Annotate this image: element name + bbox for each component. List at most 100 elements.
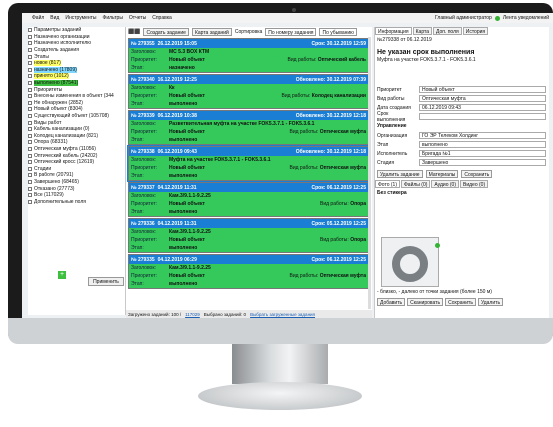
filter-checkbox[interactable]	[28, 41, 32, 46]
tab-video[interactable]: Видео (0)	[460, 180, 489, 188]
filter-checkbox[interactable]	[28, 94, 32, 99]
filter-checkbox[interactable]	[28, 48, 32, 53]
tab-history[interactable]: История	[462, 27, 489, 35]
menu-tools[interactable]: Инструменты	[65, 15, 96, 21]
priority-select[interactable]: Новый объект	[419, 86, 546, 93]
save-task-button[interactable]: Сохранить	[461, 169, 493, 178]
task-card[interactable]: № 279339 06.12.2019 10:38 Обновлено: 30.12…	[128, 110, 370, 145]
filter-checkbox[interactable]	[28, 160, 32, 165]
task-card[interactable]: № 279335 04.12.2019 06:29 Срок: 06.12.2019…	[128, 254, 370, 289]
menu-filters[interactable]: Фильтры	[103, 15, 123, 21]
filter-item[interactable]: Кабель канализации (0)	[28, 126, 125, 133]
filter-checkbox[interactable]	[28, 34, 32, 39]
order-select[interactable]: По убыванию	[319, 28, 357, 36]
work-type-select[interactable]: Оптическая муфта	[419, 95, 546, 102]
filter-checkbox[interactable]	[28, 193, 32, 198]
tab-audio[interactable]: Аудио (0)	[431, 180, 459, 188]
task-card[interactable]: № 279337 04.12.2019 11:31 Срок: 06.12.2019…	[128, 182, 370, 217]
organization-select[interactable]: ГО ЭР Телеком Холдинг	[419, 132, 546, 139]
filter-checkbox[interactable]	[28, 74, 32, 79]
task-card[interactable]: № 279336 04.12.2019 11:31 Срок: 05.12.2019…	[128, 218, 370, 253]
filter-item[interactable]: Внесены изменения в объект (344	[28, 93, 125, 100]
filter-item[interactable]: Назначено исполнителю	[28, 40, 125, 47]
filter-item[interactable]: Новый объект (8304)	[28, 106, 125, 113]
task-card[interactable]: № 279340 16.12.2019 12:25 Обновлено: 30.12…	[128, 74, 370, 109]
delete-photo-button[interactable]: Удалить	[477, 297, 504, 306]
create-task-button[interactable]: Создать задание	[143, 28, 189, 36]
filter-item[interactable]: Дополнительные поля	[28, 198, 125, 205]
delete-task-button[interactable]: Удалить задание	[377, 169, 423, 178]
filter-item[interactable]: Создатель задания	[28, 47, 125, 54]
filter-checkbox[interactable]	[28, 107, 32, 112]
filter-checkbox[interactable]	[28, 67, 32, 72]
filter-item[interactable]: Оптический кросс (12619)	[28, 159, 125, 166]
notifications-feed-link[interactable]: Лента уведомлений	[503, 15, 549, 21]
sort-select[interactable]: По номеру задания	[265, 28, 317, 36]
total-count-link[interactable]: 117029	[185, 312, 200, 317]
stage-select[interactable]: выполнено	[419, 141, 546, 148]
filter-item[interactable]: Этапы	[28, 53, 125, 60]
task-map-button[interactable]: Карта заданий	[191, 28, 232, 36]
select-loaded-link[interactable]: Выбрать загруженные задания	[250, 312, 315, 317]
filter-item[interactable]: Оптический кабель (24202)	[28, 152, 125, 159]
executor-select[interactable]: Бригада №1	[419, 150, 546, 157]
filter-checkbox[interactable]	[28, 140, 32, 145]
filter-item[interactable]: принято (1012)	[28, 73, 125, 80]
filter-checkbox[interactable]	[28, 166, 32, 171]
save-photo-button[interactable]: Сохранить	[445, 297, 476, 306]
filter-item[interactable]: Отказано (27773)	[28, 185, 125, 192]
filter-item[interactable]: выполнено (87541)	[28, 80, 125, 87]
filter-checkbox[interactable]	[28, 153, 32, 158]
filter-checkbox[interactable]	[28, 28, 32, 33]
filter-item[interactable]: назначено (17809)	[28, 66, 125, 74]
filter-checkbox[interactable]	[28, 186, 32, 191]
tab-extra-fields[interactable]: Доп. поля	[433, 27, 462, 35]
filter-item[interactable]: В работе (20791)	[28, 172, 125, 179]
filter-item[interactable]: Назначено организации	[28, 34, 125, 41]
filter-checkbox[interactable]	[28, 199, 32, 204]
filter-item[interactable]: новое (817)	[28, 60, 125, 67]
task-card[interactable]: № 279338 06.12.2019 09:43 Обновлено: 30.12…	[127, 145, 371, 182]
tab-map[interactable]: Карта	[412, 27, 433, 35]
tab-info[interactable]: Информация	[375, 27, 412, 35]
scan-button[interactable]: Сканировать	[407, 297, 444, 306]
phase-select[interactable]: Завершено	[419, 159, 546, 166]
filter-item[interactable]: Колодец канализации (821)	[28, 133, 125, 140]
task-photo[interactable]	[381, 237, 439, 287]
filter-checkbox[interactable]	[28, 133, 32, 138]
task-card[interactable]: № 279355 26.12.2019 15:05 Срок: 30.12.2019…	[128, 38, 370, 73]
add-photo-button[interactable]: Добавить	[377, 297, 406, 306]
filter-item[interactable]: Оптическая муфта (11056)	[28, 146, 125, 153]
filter-checkbox[interactable]	[28, 61, 32, 66]
scrollbar[interactable]	[368, 37, 371, 309]
filter-item[interactable]: Стадии	[28, 165, 125, 172]
filter-item[interactable]: Виды работ	[28, 119, 125, 126]
filter-item[interactable]: Параметры заданий	[28, 27, 125, 34]
deadline-input[interactable]	[419, 113, 546, 120]
filter-checkbox[interactable]	[28, 100, 32, 105]
tab-files[interactable]: Файлы (0)	[401, 180, 431, 188]
filter-checkbox[interactable]	[28, 81, 32, 86]
filter-checkbox[interactable]	[28, 87, 32, 92]
menu-file[interactable]: Файл	[32, 15, 44, 21]
filter-checkbox[interactable]	[28, 146, 32, 151]
tab-photos[interactable]: Фото (1)	[375, 180, 400, 188]
filter-item[interactable]: Завершено (68465)	[28, 179, 125, 186]
filter-item[interactable]: Не обнаружен (2852)	[28, 100, 125, 107]
filter-checkbox[interactable]	[28, 127, 32, 132]
apply-filters-button[interactable]: Применить	[88, 277, 124, 286]
filter-item[interactable]: Все (117029)	[28, 192, 125, 199]
filter-checkbox[interactable]	[28, 179, 32, 184]
menu-help[interactable]: Справка	[152, 15, 172, 21]
filter-checkbox[interactable]	[28, 173, 32, 178]
menu-view[interactable]: Вид	[50, 15, 59, 21]
filter-checkbox[interactable]	[28, 54, 32, 59]
filter-item[interactable]: Приоритеты	[28, 86, 125, 93]
filter-checkbox[interactable]	[28, 114, 32, 119]
filter-item[interactable]: Опора (68331)	[28, 139, 125, 146]
materials-button[interactable]: Материалы	[425, 169, 459, 178]
menu-reports[interactable]: Отчеты	[129, 15, 146, 21]
filter-item[interactable]: Существующий объект (105708)	[28, 113, 125, 120]
filter-checkbox[interactable]	[28, 120, 32, 125]
toolbar-icons[interactable]: ⬛⬛	[128, 29, 140, 35]
